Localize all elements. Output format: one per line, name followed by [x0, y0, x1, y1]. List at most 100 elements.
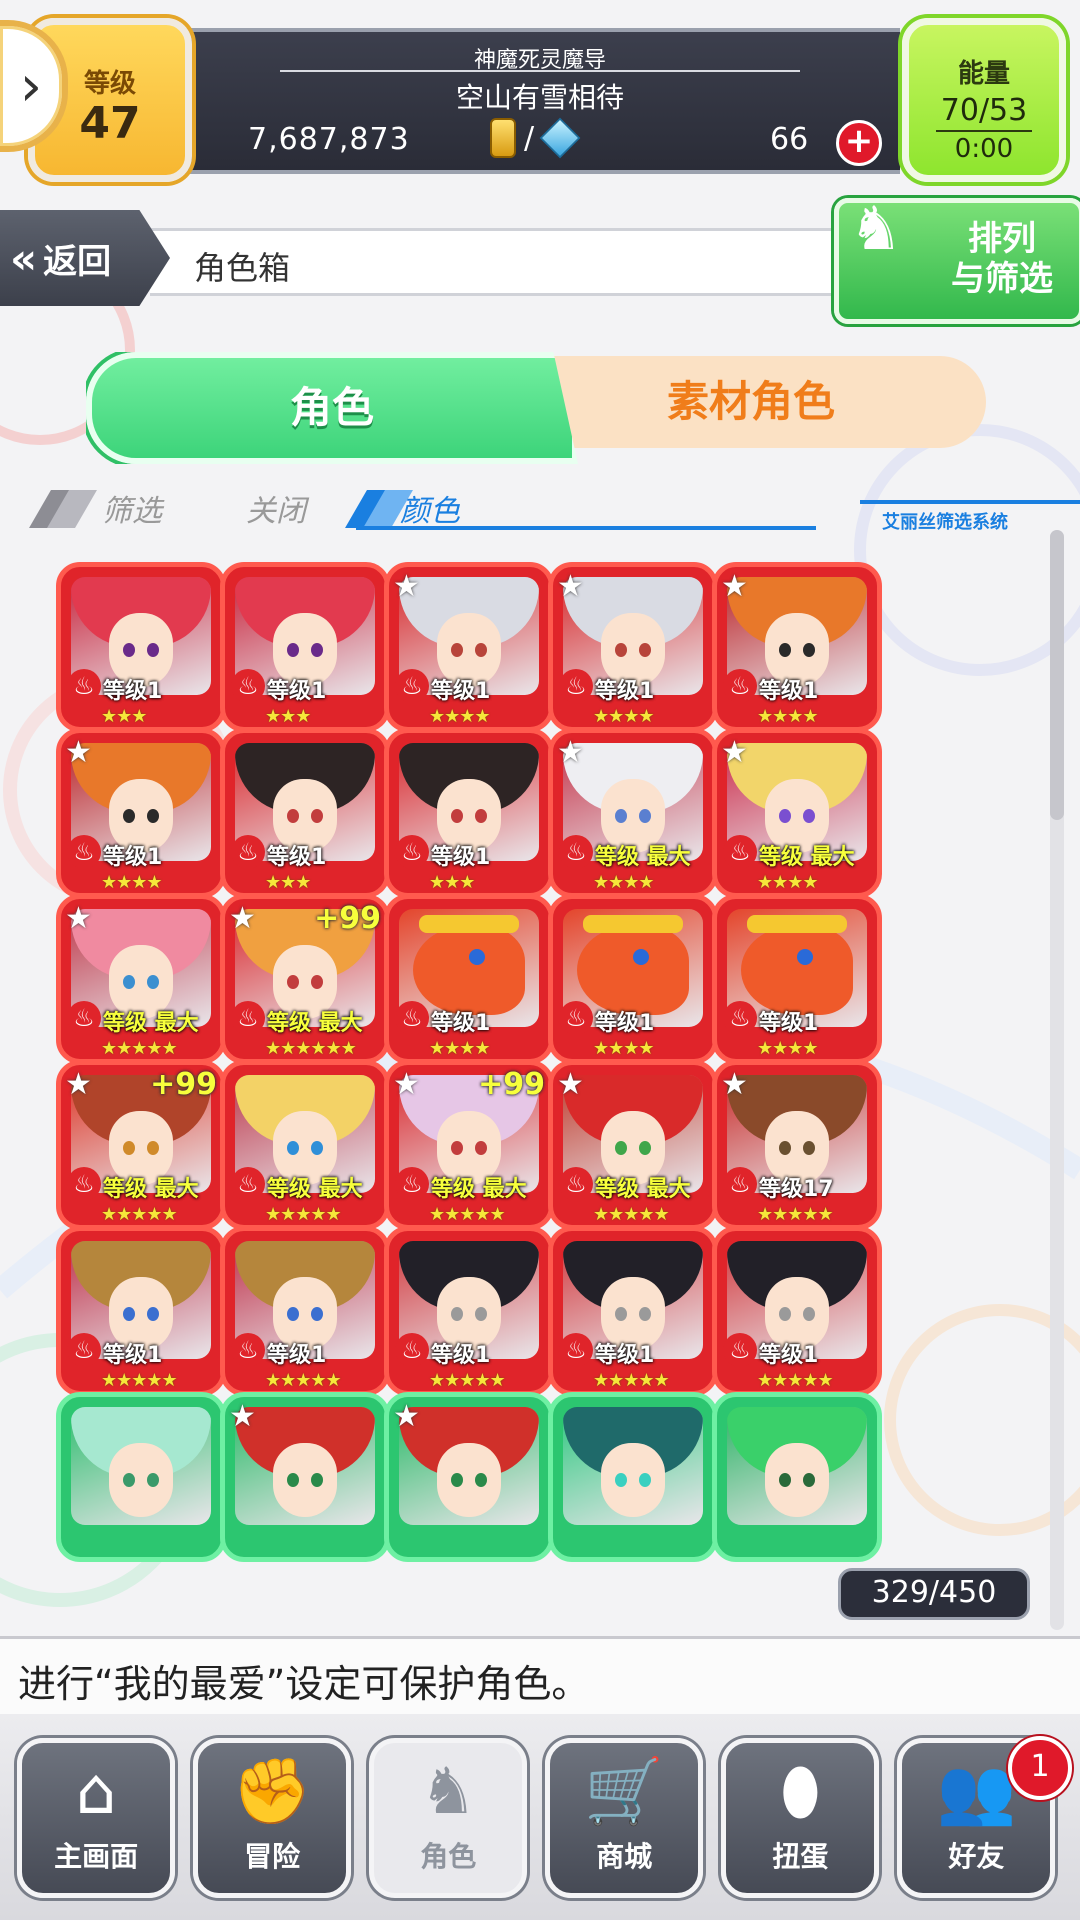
- face-shape: [765, 1443, 829, 1517]
- character-card[interactable]: ♨ 等级1 ★★★★★: [548, 1226, 718, 1396]
- character-card[interactable]: ★ +99 ♨ 等级 最大 ★★★★★: [384, 1060, 554, 1230]
- back-button[interactable]: « 返回: [0, 210, 170, 306]
- eye-icon: [475, 1141, 487, 1155]
- character-card[interactable]: ★ ♨ 等级 最大 ★★★★★: [56, 894, 226, 1064]
- character-card[interactable]: ♨ 等级1 ★★★★★: [384, 1226, 554, 1396]
- eye-icon: [803, 1141, 815, 1155]
- character-level: 等级 最大: [103, 1177, 199, 1202]
- crest-icon: [747, 915, 847, 933]
- character-card[interactable]: ★ ♨ 等级1 ★★★★: [548, 562, 718, 732]
- character-card[interactable]: ★ +99 ♨ 等级 最大 ★★★★★★: [220, 894, 390, 1064]
- filter-color-button[interactable]: 颜色: [400, 486, 460, 530]
- character-level: 等级1: [431, 679, 491, 704]
- character-card[interactable]: ♨ 等级 最大 ★★★★★: [220, 1060, 390, 1230]
- eye-icon: [475, 809, 487, 823]
- fire-element-icon: ♨: [395, 1333, 429, 1367]
- character-card[interactable]: ★: [220, 1392, 390, 1562]
- character-card[interactable]: ★: [384, 1392, 554, 1562]
- dragon-icon: [741, 925, 853, 1015]
- character-card[interactable]: ♨ 等级1 ★★★★★: [56, 1226, 226, 1396]
- eye-icon: [779, 1141, 791, 1155]
- character-card[interactable]: ★ +99 ♨ 等级 最大 ★★★★★: [56, 1060, 226, 1230]
- rarity-stars: ★★★★★: [265, 1204, 342, 1225]
- character-card[interactable]: ★ ♨ 等级1 ★★★★: [56, 728, 226, 898]
- character-card[interactable]: ★ ♨ 等级 最大 ★★★★: [548, 728, 718, 898]
- buy-gems-button[interactable]: +: [836, 120, 882, 166]
- plus-value: +99: [314, 901, 381, 936]
- nav-home-button[interactable]: ⌂ 主画面: [17, 1738, 176, 1898]
- character-card[interactable]: [56, 1392, 226, 1562]
- character-portrait: [727, 1407, 867, 1525]
- energy-label: 能量: [957, 59, 1010, 89]
- character-card[interactable]: ♨ 等级1 ★★★★: [712, 894, 882, 1064]
- eye-icon: [779, 1307, 791, 1321]
- nav-cart-button[interactable]: 🛒 商城: [545, 1738, 704, 1898]
- eye-icon: [451, 643, 463, 657]
- rarity-stars: ★★★★: [593, 1038, 655, 1059]
- scrollbar-thumb[interactable]: [1050, 530, 1064, 820]
- nav-handshake-button[interactable]: ✊ 冒险: [193, 1738, 352, 1898]
- eye-icon: [311, 1307, 323, 1321]
- eye-icon: [287, 1307, 299, 1321]
- eye-icon: [311, 643, 323, 657]
- character-level: 等级1: [431, 1343, 491, 1368]
- character-portrait: [399, 1407, 539, 1525]
- character-card[interactable]: ♨ 等级1 ★★★★★: [220, 1226, 390, 1396]
- character-card[interactable]: ♨ 等级1 ★★★★★: [712, 1226, 882, 1396]
- character-level: 等级 最大: [595, 845, 691, 870]
- eye-icon: [123, 809, 135, 823]
- eye-icon: [615, 1141, 627, 1155]
- character-card[interactable]: ♨ 等级1 ★★★★: [384, 894, 554, 1064]
- character-card[interactable]: ♨ 等级1 ★★★★: [548, 894, 718, 1064]
- fire-element-icon: ♨: [723, 1333, 757, 1367]
- character-card[interactable]: ★ ♨ 等级 最大 ★★★★: [712, 728, 882, 898]
- character-card[interactable]: ★ ♨ 等级17 ★★★★★: [712, 1060, 882, 1230]
- character-card[interactable]: ★ ♨ 等级 最大 ★★★★★: [548, 1060, 718, 1230]
- nav-bunny-button[interactable]: ♞ 角色: [369, 1738, 528, 1898]
- character-card[interactable]: ♨ 等级1 ★★★: [384, 728, 554, 898]
- dragon-icon: [413, 925, 525, 1015]
- rarity-stars: ★★★★: [757, 706, 819, 727]
- nav-label: 好友: [948, 1840, 1005, 1873]
- crest-icon: [419, 915, 519, 933]
- eye-icon: [123, 1473, 135, 1487]
- rarity-stars: ★★★★★: [101, 1038, 178, 1059]
- energy-box[interactable]: 能量 70/53 0:00: [902, 18, 1066, 182]
- filter-off-toggle[interactable]: 关闭: [246, 486, 306, 530]
- eye-icon: [779, 809, 791, 823]
- tab-characters[interactable]: 角色: [86, 352, 578, 464]
- plus-value: +99: [478, 1067, 545, 1102]
- fire-element-icon: ♨: [395, 835, 429, 869]
- character-level: 等级1: [103, 679, 163, 704]
- rarity-stars: ★★★★★: [593, 1370, 670, 1391]
- eye-icon: [311, 1473, 323, 1487]
- home-icon: ⌂: [75, 1755, 117, 1829]
- eye-icon: [311, 809, 323, 823]
- character-portrait: [71, 1407, 211, 1525]
- eye-icon: [469, 949, 485, 965]
- character-level: 等级1: [103, 1343, 163, 1368]
- character-card[interactable]: [548, 1392, 718, 1562]
- character-card[interactable]: ♨ 等级1 ★★★: [56, 562, 226, 732]
- nav-egg-button[interactable]: ⬮ 扭蛋: [721, 1738, 880, 1898]
- fire-element-icon: ♨: [559, 835, 593, 869]
- character-card[interactable]: ★ ♨ 等级1 ★★★★: [712, 562, 882, 732]
- character-card[interactable]: ★ ♨ 等级1 ★★★★: [384, 562, 554, 732]
- box-capacity-badge: 329/450: [838, 1568, 1030, 1620]
- character-card[interactable]: [712, 1392, 882, 1562]
- rarity-stars: ★★★★: [101, 872, 163, 893]
- favorite-star-icon: ★: [721, 735, 748, 770]
- character-level: 等级1: [759, 1011, 819, 1036]
- eye-icon: [311, 1141, 323, 1155]
- character-card[interactable]: ♨ 等级1 ★★★: [220, 562, 390, 732]
- tab-bar: 素材角色 角色: [86, 352, 1006, 464]
- nav-label: 扭蛋: [772, 1840, 829, 1873]
- face-shape: [437, 1443, 501, 1517]
- tab-material-characters[interactable]: 素材角色: [516, 356, 986, 448]
- favorite-star-icon: ★: [65, 1067, 92, 1102]
- sort-filter-button[interactable]: ♞ 排列 与筛选: [834, 198, 1080, 324]
- character-card[interactable]: ♨ 等级1 ★★★: [220, 728, 390, 898]
- eye-icon: [475, 643, 487, 657]
- eye-icon: [797, 949, 813, 965]
- back-label: 返回: [43, 241, 112, 282]
